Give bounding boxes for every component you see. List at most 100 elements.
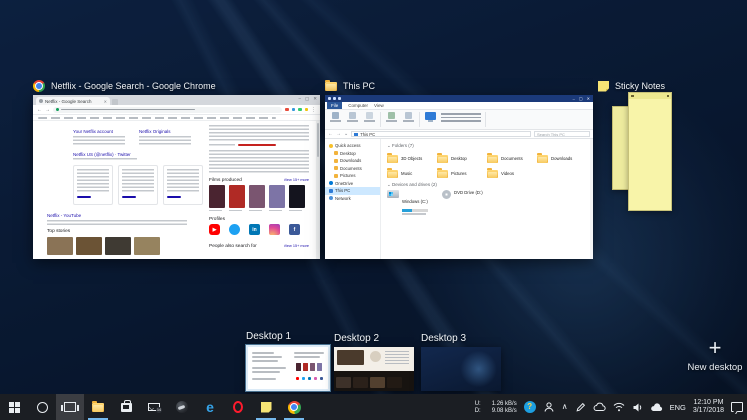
window-thumbnail-sticky-notes[interactable]: Sticky Notes [598,79,678,224]
story-image[interactable] [134,237,160,255]
desktop-3-thumbnail[interactable] [421,347,501,391]
start-button[interactable] [0,394,28,420]
folders-group-header[interactable]: ⌄ Folders (7) [387,143,591,149]
link-your-netflix-account[interactable]: Your Netflix account [73,129,131,135]
window-thumbnail-explorer[interactable]: This PC – ▢ ✕ File Computer View [325,79,593,259]
ribbon-button[interactable] [402,112,415,122]
facebook-icon[interactable]: f [289,224,300,235]
drive-windows-c[interactable]: Windows (C:) [387,190,428,215]
link-netflix-originals[interactable]: Netflix Originals [139,129,197,135]
question-badge-icon[interactable]: ? [524,401,536,413]
film-poster[interactable] [209,185,225,211]
new-tab-button[interactable] [112,99,118,105]
explorer-window-preview[interactable]: – ▢ ✕ File Computer View [325,95,593,259]
mail-button[interactable]: 14 [140,394,168,420]
folder-pictures[interactable]: Pictures [437,166,487,181]
edge-button[interactable]: e [196,394,224,420]
minimize-icon[interactable]: – [573,96,575,101]
wifi-icon[interactable] [613,402,625,412]
nav-quick-access[interactable]: Quick access [325,142,380,150]
chrome-tab[interactable]: Netflix - Google Search ✕ [36,97,110,105]
youtube-icon[interactable]: ▶ [209,224,220,235]
extension-icon[interactable] [298,108,302,112]
network-speed-monitor[interactable]: U:1.26 kB/s D:9.08 kB/s [475,401,517,414]
tweet-card[interactable] [73,165,113,205]
new-desktop-button[interactable]: + New desktop [686,338,744,373]
minimize-icon[interactable]: – [298,96,301,102]
tab-view[interactable]: View [374,103,384,108]
language-indicator[interactable]: ENG [670,403,686,412]
nav-onedrive[interactable]: OneDrive [325,180,380,188]
tab-computer[interactable]: Computer [348,103,368,108]
story-image[interactable] [47,237,73,255]
quick-access-toolbar-icon[interactable] [333,97,336,100]
action-center-icon[interactable] [731,402,743,412]
extension-icon[interactable] [285,108,289,112]
back-icon[interactable]: ← [37,107,42,113]
folder-documents[interactable]: Documents [487,151,537,166]
film-poster[interactable] [249,185,265,211]
tab-close-icon[interactable]: ✕ [104,99,107,104]
films-more-link[interactable]: View 15+ more [284,177,309,183]
window-thumbnail-chrome[interactable]: Netflix - Google Search - Google Chrome … [33,79,320,259]
drive-dvd[interactable]: DVD Drive (D:) [442,190,483,215]
film-poster[interactable] [289,185,305,211]
extension-icon[interactable] [292,108,296,112]
chrome-window-preview[interactable]: Netflix - Google Search ✕ – ▢ ✕ ← → [33,95,320,259]
open-settings-button[interactable] [424,112,437,120]
nav-downloads[interactable]: Downloads [325,157,380,165]
task-view-button[interactable] [56,394,84,420]
microsoft-store-button[interactable] [112,394,140,420]
ribbon-button[interactable] [329,112,342,122]
drives-group-header[interactable]: ⌄ Devices and drives (2) [387,182,591,188]
twitter-icon[interactable] [229,224,240,235]
folder-downloads[interactable]: Downloads [537,151,587,166]
chevron-down-icon[interactable]: ⌄ [344,131,348,137]
nav-desktop[interactable]: Desktop [325,150,380,158]
taskbar-clock[interactable]: 12:10 PM 3/17/2018 [693,399,724,415]
ribbon-button[interactable] [346,112,359,122]
desktop-2-thumbnail[interactable] [334,347,414,391]
quick-access-toolbar-icon[interactable] [328,97,331,100]
cortana-button[interactable] [28,394,56,420]
browser-scrollbar[interactable] [316,121,320,259]
chrome-button[interactable] [280,394,308,420]
opera-button[interactable] [224,394,252,420]
cloud-icon[interactable] [593,402,606,412]
ribbon-button[interactable] [385,112,398,122]
volume-icon[interactable] [632,402,643,413]
instagram-icon[interactable] [269,224,280,235]
close-icon[interactable]: ✕ [587,96,590,101]
quick-access-toolbar-icon[interactable] [338,97,341,100]
explorer-scrollbar[interactable] [590,139,593,259]
story-image[interactable] [76,237,102,255]
nav-network[interactable]: Network [325,195,380,203]
maximize-icon[interactable]: ▢ [579,96,583,101]
story-image[interactable] [105,237,131,255]
file-explorer-button[interactable] [84,394,112,420]
linkedin-icon[interactable]: in [249,224,260,235]
desktop-1-thumbnail[interactable] [246,345,330,391]
breadcrumb[interactable]: This PC [351,131,531,137]
show-hidden-icons-chevron[interactable]: ∧ [562,403,568,411]
sticky-notes-button[interactable] [252,394,280,420]
back-icon[interactable]: ← [328,131,333,137]
maximize-icon[interactable]: ▢ [305,96,309,102]
explorer-search-input[interactable]: Search This PC [534,131,590,137]
ribbon-button[interactable] [363,112,376,122]
tweet-card[interactable] [163,165,203,205]
onedrive-icon[interactable] [650,403,663,412]
tab-file[interactable]: File [327,102,342,109]
extension-icon[interactable] [305,108,309,112]
sticky-note-front[interactable] [628,92,672,211]
folder-desktop[interactable]: Desktop [437,151,487,166]
forward-icon[interactable]: → [45,107,50,113]
windows-ink-pen-icon[interactable] [575,402,586,413]
folder-videos[interactable]: Videos [487,166,537,181]
add-note-icon[interactable] [631,95,634,98]
film-poster[interactable] [269,185,285,211]
link-netflix-youtube[interactable]: Netflix - YouTube [47,213,197,219]
film-poster[interactable] [229,185,245,211]
desktop-2[interactable]: Desktop 2 [334,333,414,391]
address-bar[interactable] [53,107,282,113]
